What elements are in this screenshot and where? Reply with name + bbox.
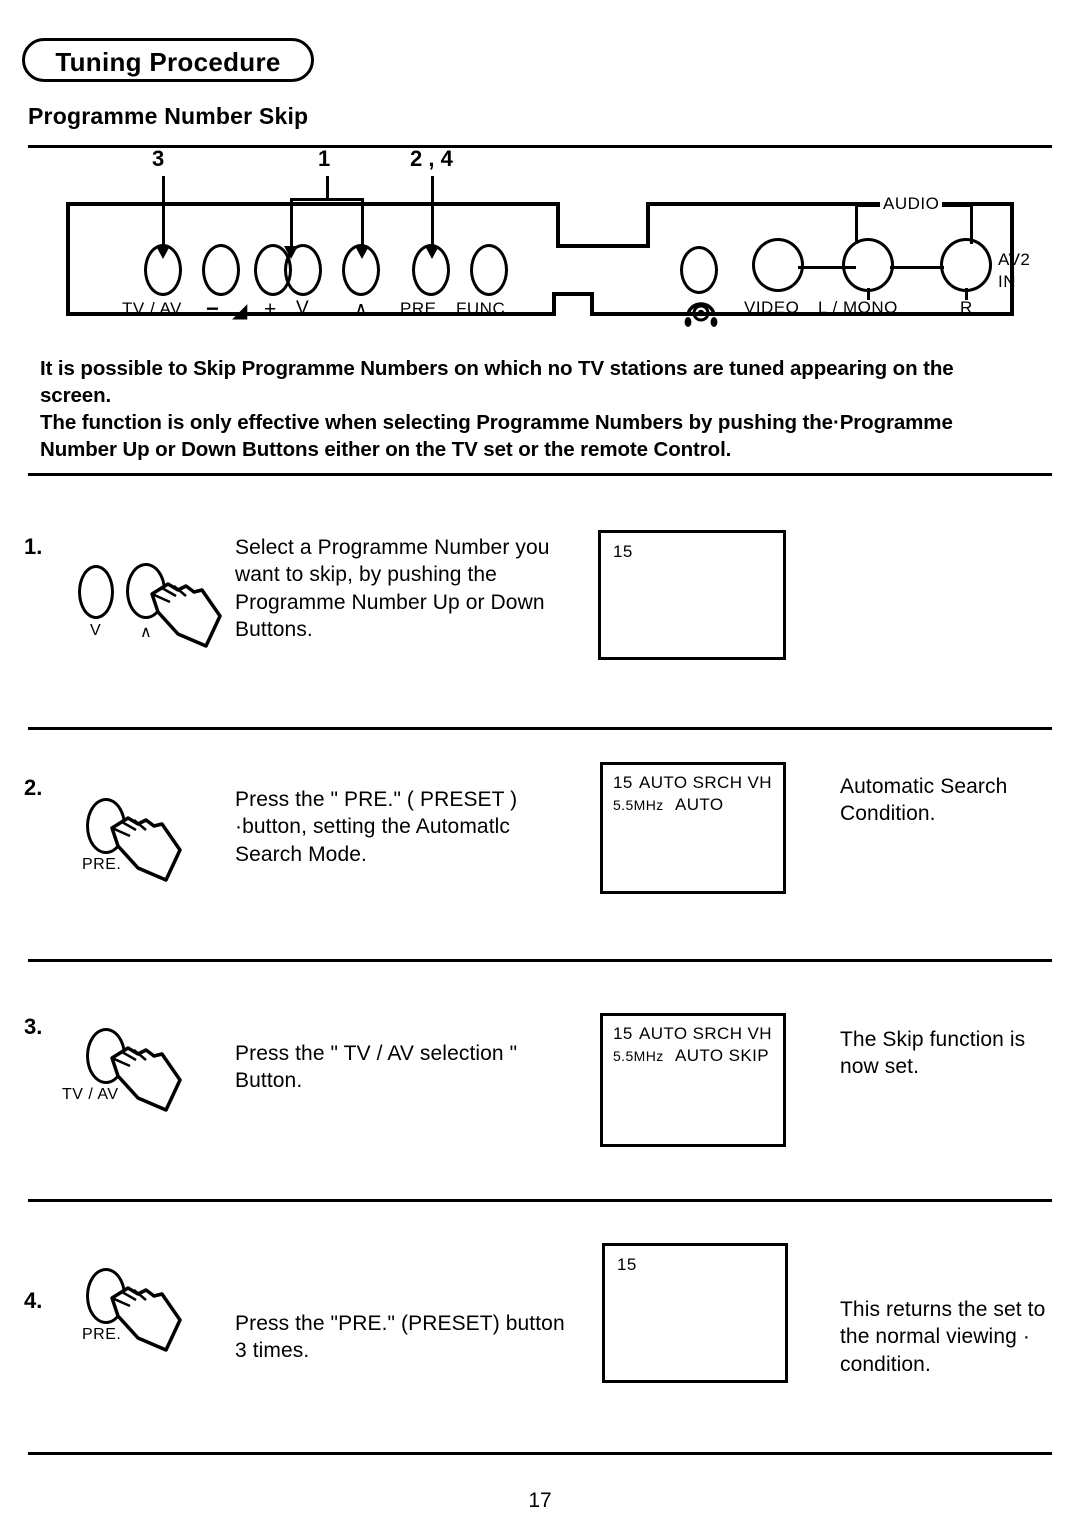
preset-button-label: PRE. [400, 299, 442, 318]
step-1-instruction-line-2: want to skip, by pushing the [235, 563, 497, 587]
step-3-note: The Skip function is now set. [840, 1026, 1070, 1081]
step-4-instruction-line-2: 3 times. [235, 1339, 310, 1363]
intro-paragraph: It is possible to Skip Programme Numbers… [40, 355, 1040, 463]
audio-bracket-label: AUDIO [880, 194, 943, 214]
volume-symbol-icon: ◢ [232, 300, 248, 322]
osd-auto-status: AUTO [675, 795, 724, 814]
programme-down-button[interactable] [284, 244, 322, 296]
av2-in-label-line2: IN [998, 272, 1016, 291]
video-jack[interactable] [752, 238, 804, 292]
section-title-pill: Tuning Procedure [22, 38, 314, 82]
osd-auto-skip-status: AUTO SKIP [675, 1046, 769, 1065]
osd-frequency: 5.5MHz [613, 797, 664, 813]
function-button[interactable] [470, 244, 508, 296]
audio-right-jack[interactable] [940, 238, 992, 292]
step-2-instruction-line-2: ·button, setting the Automatlc [235, 815, 510, 839]
step-3-instruction-line-1: Press the " TV / AV selection " [235, 1042, 518, 1065]
step-4-instruction-line-1: Press the "PRE." (PRESET) button [235, 1312, 565, 1335]
step-number-4: 4. [24, 1288, 43, 1313]
screen-display-step-1: 15 [598, 530, 786, 660]
programme-down-button-icon [78, 565, 114, 619]
osd-search-mode: AUTO SRCH VH [639, 1024, 772, 1043]
step-1-instruction-line-4: Buttons. [235, 617, 313, 641]
volume-down-button-label: − [206, 296, 220, 321]
intro-line-2: screen. [40, 384, 112, 408]
step-1-instruction: Select a Programme Number you want to sk… [235, 534, 565, 643]
audio-left-leader [867, 288, 870, 300]
step-2-note-line-1: Automatic Search [840, 775, 1008, 798]
intro-line-1: It is possible to Skip Programme Numbers… [40, 357, 954, 380]
step-2-note: Automatic Search Condition. [840, 773, 1060, 828]
audio-left-mono-jack-label: L / MONO [818, 298, 898, 317]
programme-up-button[interactable] [342, 244, 380, 296]
video-jack-label: VIDEO [744, 298, 800, 317]
osd-search-mode: AUTO SRCH VH [639, 773, 772, 792]
step-number-2: 2. [24, 775, 43, 800]
osd-programme-number: 15 [617, 1255, 637, 1274]
function-button-label: FUNC. [456, 299, 511, 318]
pointing-hand-icon [150, 582, 222, 648]
programme-down-icon-label: V [90, 622, 102, 639]
divider-footer [28, 1452, 1052, 1455]
pointing-hand-icon [110, 816, 182, 882]
osd-programme-number: 15 [613, 1024, 633, 1043]
page-number: 17 [528, 1489, 552, 1512]
divider-step-1-2 [28, 727, 1052, 730]
osd-programme-number: 15 [613, 542, 633, 561]
screen-display-step-3: 15 AUTO SRCH VH 5.5MHz AUTO SKIP [600, 1013, 786, 1147]
manual-page: Tuning Procedure Programme Number Skip 3… [0, 0, 1080, 1537]
tv-av-button-label: TV / AV [122, 299, 182, 318]
programme-down-button-label: V [296, 298, 310, 319]
screen-display-step-2: 15 AUTO SRCH VH 5.5MHz AUTO [600, 762, 786, 894]
pointing-hand-icon [110, 1046, 182, 1112]
step-4-note: This returns the set to the normal viewi… [840, 1296, 1070, 1378]
headphone-jack[interactable] [680, 246, 718, 294]
programme-up-button-label: ∧ [354, 299, 369, 320]
screen-display-step-4: 15 [602, 1243, 788, 1383]
tv-av-button[interactable] [144, 244, 182, 296]
divider-step-2-3 [28, 959, 1052, 962]
volume-down-button[interactable] [202, 244, 240, 296]
step-4-instruction: Press the "PRE." (PRESET) button 3 times… [235, 1310, 580, 1365]
preset-button[interactable] [412, 244, 450, 296]
step-4-note-line-1: This returns the set to [840, 1298, 1046, 1321]
osd-frequency: 5.5MHz [613, 1048, 664, 1064]
divider-step-3-4 [28, 1199, 1052, 1202]
audio-right-leader [965, 288, 968, 300]
step-number-1: 1. [24, 534, 43, 559]
intro-line-3: The function is only effective when sele… [40, 411, 953, 435]
step-1-instruction-line-3: Programme Number Up or Down [235, 590, 545, 614]
step-number-3: 3. [24, 1014, 43, 1039]
step-3-note-line-1: The Skip function is [840, 1028, 1026, 1051]
av2-in-label-line1: AV2 [998, 250, 1031, 269]
tv-control-panel-diagram: 3 1 2 , 4 TV / AV − ◢ + V ∧ PRE. FUNC. A… [60, 146, 1030, 336]
step-3-instruction-line-2: Button. [235, 1069, 303, 1093]
audio-right-jack-label: R [960, 298, 973, 317]
step-2-instruction: Press the " PRE." ( PRESET ) ·button, se… [235, 786, 575, 868]
step-2-instruction-line-3: Search Mode. [235, 842, 367, 866]
step-4-note-line-2: the normal viewing · [840, 1325, 1030, 1349]
pointing-hand-icon [110, 1286, 182, 1352]
divider-steps-top [28, 473, 1052, 476]
step-1-instruction-line-1: Select a Programme Number you [235, 536, 550, 559]
jack-connector-audio-right [890, 266, 944, 269]
step-3-note-line-2: now set. [840, 1055, 920, 1079]
step-3-instruction: Press the " TV / AV selection " Button. [235, 1040, 575, 1095]
step-2-instruction-line-1: Press the " PRE." ( PRESET ) [235, 788, 518, 811]
audio-left-mono-jack[interactable] [842, 238, 894, 292]
osd-programme-number: 15 [613, 773, 633, 792]
intro-line-4: Number Up or Down Buttons either on the … [40, 438, 732, 462]
headphone-icon [684, 302, 718, 327]
page-subtitle: Programme Number Skip [28, 103, 309, 129]
volume-up-button-label: + [264, 298, 277, 321]
section-title: Tuning Procedure [55, 47, 281, 77]
step-4-note-line-3: condition. [840, 1352, 931, 1376]
step-2-note-line-2: Condition. [840, 802, 936, 826]
